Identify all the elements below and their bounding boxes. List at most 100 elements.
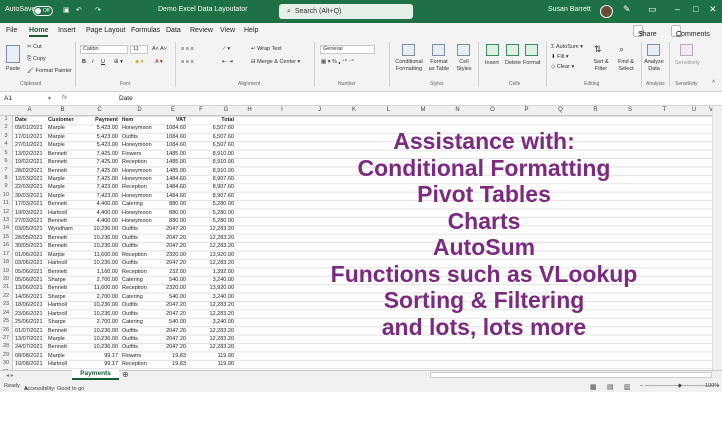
tab-insert[interactable]: Insert <box>58 27 76 34</box>
minimize-button[interactable]: – <box>675 4 680 14</box>
table-cell[interactable]: 540.00 <box>161 293 186 301</box>
sheet-tab-payments[interactable]: Payments <box>72 370 119 380</box>
table-cell[interactable]: 4,400.00 <box>82 217 118 225</box>
align-top-icons[interactable]: ≡ ≡ ≡ <box>181 46 194 52</box>
page-break-view-icon[interactable]: ▥ <box>624 383 631 391</box>
number-format-icons[interactable]: ▦ ▾ % ❟ ⁺⁰ ⁻⁰ <box>321 59 354 66</box>
table-cell[interactable]: 11,600.00 <box>82 284 118 292</box>
row-number[interactable]: 4 <box>0 141 12 147</box>
tab-review[interactable]: Review <box>190 27 213 34</box>
table-cell[interactable]: Catering <box>122 276 158 284</box>
table-cell[interactable]: 1484.60 <box>161 183 186 191</box>
table-cell[interactable]: Reception <box>122 183 158 191</box>
row-number[interactable]: 11 <box>0 200 12 206</box>
table-cell[interactable]: 2,700.00 <box>82 276 118 284</box>
table-cell[interactable]: 7,425.00 <box>82 158 118 166</box>
table-cell[interactable]: 12,283.20 <box>189 301 234 309</box>
table-cell[interactable]: Marple <box>48 251 78 259</box>
fill-color-icon[interactable]: ◈ ▾ <box>135 59 144 65</box>
autosum-button[interactable]: Σ AutoSum ▾ <box>551 44 583 50</box>
table-cell[interactable]: Outfits <box>122 234 158 242</box>
borders-icon[interactable]: ⊞ ▾ <box>114 59 123 65</box>
row-number[interactable]: 3 <box>0 133 12 139</box>
table-cell[interactable]: 2320.00 <box>161 251 186 259</box>
table-cell[interactable]: 5,423.00 <box>82 133 118 141</box>
table-cell[interactable]: 08/08/2021 <box>15 352 45 360</box>
row-number[interactable]: 23 <box>0 301 12 307</box>
table-cell[interactable]: Marple <box>48 141 78 149</box>
redo-icon[interactable]: ↷ <box>95 6 101 14</box>
row-number[interactable]: 8 <box>0 175 12 181</box>
page-layout-view-icon[interactable]: ▤ <box>607 383 614 391</box>
font-color-icon[interactable]: A ▾ <box>155 59 163 65</box>
table-cell[interactable]: 23/06/2021 <box>15 310 45 318</box>
table-cell[interactable]: Marple <box>48 352 78 360</box>
table-cell[interactable]: Reception <box>122 284 158 292</box>
table-cell[interactable]: Outfits <box>122 310 158 318</box>
wrap-text-button[interactable]: ↵ Wrap Text <box>251 46 282 52</box>
font-grow-icon[interactable]: A˄ A˅ <box>152 46 167 52</box>
column-header[interactable]: K <box>337 107 371 113</box>
table-cell[interactable]: 8,910.00 <box>189 150 234 158</box>
table-cell[interactable]: 13/06/2021 <box>15 284 45 292</box>
table-cell[interactable]: 12,283.20 <box>189 234 234 242</box>
table-cell[interactable]: 2047.20 <box>161 242 186 250</box>
table-cell[interactable]: Honeymoon <box>122 209 158 217</box>
share-button[interactable]: ⇪ Share <box>633 25 657 38</box>
table-cell[interactable]: 2047.20 <box>161 335 186 343</box>
table-cell[interactable]: 1484.60 <box>161 192 186 200</box>
table-cell[interactable]: Hartnoll <box>48 310 78 318</box>
table-cell[interactable]: 01/06/2021 <box>15 251 45 259</box>
table-header-cell[interactable]: Payment <box>82 116 118 124</box>
format-cells-button[interactable]: Format <box>523 60 540 66</box>
table-cell[interactable]: 2,700.00 <box>82 293 118 301</box>
table-cell[interactable]: 12,283.20 <box>189 310 234 318</box>
number-format-box[interactable]: General <box>320 45 375 54</box>
analyze-data-button[interactable]: Analyze Data <box>644 59 664 72</box>
table-cell[interactable]: 540.00 <box>161 276 186 284</box>
table-cell[interactable]: 28/02/2021 <box>15 167 45 175</box>
table-cell[interactable]: 8,910.00 <box>189 167 234 175</box>
tab-file[interactable]: File <box>6 27 17 34</box>
cut-button[interactable]: ✂ Cut <box>27 44 42 50</box>
table-cell[interactable]: 1084.60 <box>161 133 186 141</box>
column-header[interactable]: B <box>46 107 79 113</box>
fx-icon[interactable]: fx <box>62 94 67 101</box>
table-cell[interactable]: Sharpe <box>48 276 78 284</box>
table-cell[interactable]: Honeymoon <box>122 217 158 225</box>
row-number[interactable]: 1 <box>0 116 12 122</box>
column-header[interactable]: F <box>187 107 215 113</box>
column-header[interactable]: R <box>578 107 613 113</box>
table-cell[interactable]: Outfits <box>122 259 158 267</box>
table-cell[interactable]: 13,920.00 <box>189 251 234 259</box>
copy-button[interactable]: ⎘ Copy <box>27 56 46 63</box>
table-cell[interactable]: 232.00 <box>161 268 186 276</box>
column-header[interactable]: L <box>371 107 406 113</box>
table-cell[interactable]: 13,920.00 <box>189 284 234 292</box>
table-cell[interactable]: 11,600.00 <box>82 251 118 259</box>
table-cell[interactable]: 10,236.00 <box>82 343 118 351</box>
table-cell[interactable]: 7,425.00 <box>82 175 118 183</box>
table-cell[interactable]: 6,507.60 <box>189 141 234 149</box>
table-cell[interactable]: 13/07/2021 <box>15 335 45 343</box>
row-number[interactable]: 14 <box>0 225 12 231</box>
table-cell[interactable]: 2320.00 <box>161 284 186 292</box>
table-cell[interactable]: Bennett <box>48 242 78 250</box>
table-header-cell[interactable]: Item <box>122 116 158 124</box>
row-number[interactable]: 26 <box>0 327 12 333</box>
underline-button[interactable]: U <box>101 59 105 65</box>
table-cell[interactable]: 03/06/2021 <box>15 259 45 267</box>
sort-filter-button[interactable]: Sort & Filter <box>588 59 614 72</box>
table-cell[interactable]: 19.83 <box>161 360 186 368</box>
table-cell[interactable]: Marple <box>48 124 78 132</box>
table-cell[interactable]: 2047.20 <box>161 259 186 267</box>
table-header-cell[interactable]: VAT <box>161 116 186 124</box>
table-cell[interactable]: 10,236.00 <box>82 259 118 267</box>
table-cell[interactable]: 1,160.00 <box>82 268 118 276</box>
table-cell[interactable]: 19/02/2021 <box>15 158 45 166</box>
table-cell[interactable]: 5,280.00 <box>189 200 234 208</box>
table-cell[interactable]: 3,240.00 <box>189 276 234 284</box>
fill-button[interactable]: ⬇ Fill ▾ <box>551 54 568 60</box>
collapse-ribbon-icon[interactable]: ˄ <box>712 79 715 85</box>
row-number[interactable]: 27 <box>0 335 12 341</box>
